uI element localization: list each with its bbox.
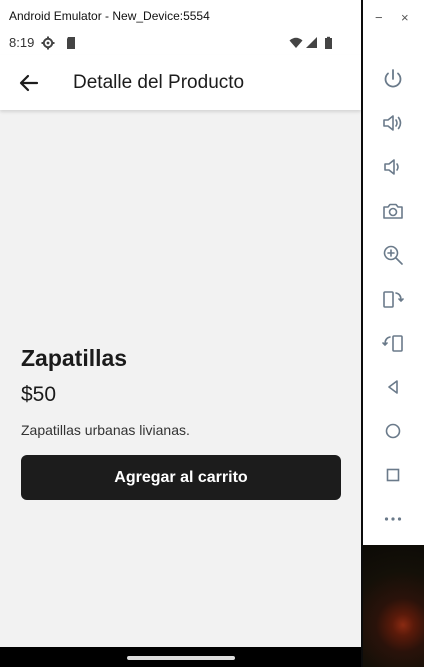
window-title: Android Emulator - New_Device:5554 (9, 9, 210, 23)
page-title: Detalle del Producto (73, 72, 245, 93)
desktop-background (363, 545, 424, 667)
status-bar: 8:19 (0, 31, 361, 55)
emulator-toolbar (363, 31, 424, 545)
rotate-right-icon[interactable] (381, 331, 405, 355)
gesture-nav-bar (0, 647, 361, 667)
back-icon[interactable] (381, 375, 405, 399)
emulator-window: Android Emulator - New_Device:5554 8:19 (0, 0, 361, 667)
battery-icon (322, 36, 336, 50)
wifi-icon (289, 36, 303, 50)
add-to-cart-button[interactable]: Agregar al carrito (21, 455, 341, 500)
window-titlebar[interactable]: Android Emulator - New_Device:5554 (0, 0, 361, 31)
cell-signal-icon (305, 36, 319, 50)
product-description: Zapatillas urbanas livianas. (21, 422, 190, 438)
volume-up-icon[interactable] (381, 111, 405, 135)
home-icon[interactable] (381, 419, 405, 443)
back-arrow-icon[interactable] (16, 70, 42, 96)
power-icon[interactable] (381, 67, 405, 91)
sd-card-icon (64, 36, 78, 50)
more-icon[interactable] (381, 507, 405, 531)
volume-down-icon[interactable] (381, 155, 405, 179)
minimize-button[interactable]: − (375, 10, 383, 25)
camera-icon[interactable] (381, 199, 405, 223)
zoom-in-icon[interactable] (381, 243, 405, 267)
device-screen: 8:19 Detalle del Producto Zapatillas $50… (0, 31, 361, 647)
close-button[interactable]: × (401, 10, 409, 25)
product-name: Zapatillas (21, 345, 128, 371)
product-price: $50 (21, 383, 57, 406)
app-bar: Detalle del Producto (0, 55, 361, 110)
overview-icon[interactable] (381, 463, 405, 487)
home-gesture-handle[interactable] (127, 656, 235, 660)
settings-gear-icon (41, 36, 55, 50)
status-time: 8:19 (9, 35, 35, 50)
toolbar-titlebar: − × (363, 0, 424, 31)
rotate-left-icon[interactable] (381, 287, 405, 311)
